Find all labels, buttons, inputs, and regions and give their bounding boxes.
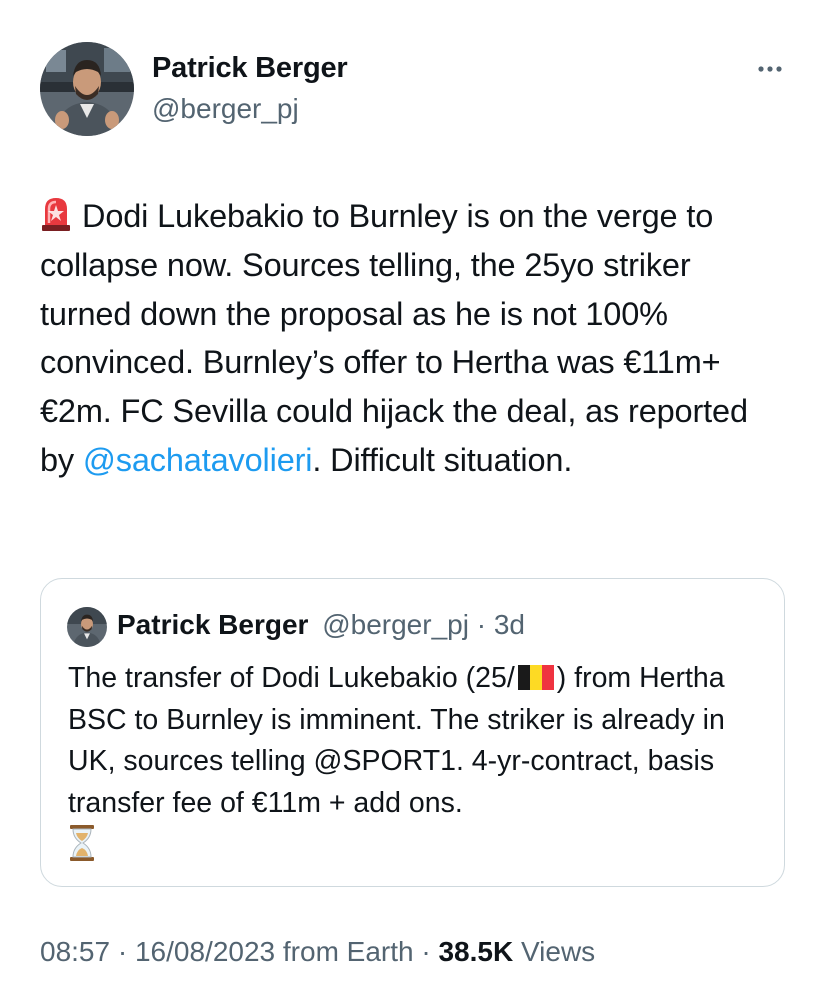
author-name[interactable]: Patrick Berger [152, 52, 348, 85]
tweet: Patrick Berger @berger_pj Dodi Lukebakio… [0, 0, 825, 989]
views-count[interactable]: 38.5K [438, 936, 513, 967]
views-label[interactable]: Views [521, 936, 595, 967]
author-avatar[interactable] [40, 42, 134, 136]
avatar-image [40, 42, 134, 136]
tweet-text-part-1: Dodi Lukebakio to Burnley is on the verg… [40, 198, 748, 478]
quoted-avatar-image [67, 607, 107, 647]
hourglass-icon [68, 824, 96, 862]
quoted-tweet-header: Patrick Berger @berger_pj · 3d [117, 609, 525, 641]
mention-link-sachatavolieri[interactable]: @sachatavolieri [83, 442, 313, 478]
quoted-author-name[interactable]: Patrick Berger [117, 609, 308, 640]
tweet-source: from Earth [282, 936, 414, 967]
quoted-timestamp[interactable]: 3d [494, 609, 525, 640]
tweet-text: Dodi Lukebakio to Burnley is on the verg… [40, 192, 785, 485]
belgium-flag-icon [517, 662, 555, 690]
siren-icon [40, 195, 72, 231]
tweet-date[interactable]: 16/08/2023 [135, 936, 275, 967]
quoted-tweet-card[interactable]: Patrick Berger @berger_pj · 3d The trans… [40, 578, 785, 887]
quoted-separator: · [476, 609, 487, 640]
more-options-button[interactable] [752, 57, 788, 81]
footer-separator-2: · [421, 936, 431, 967]
more-dots-icon [758, 66, 782, 72]
quoted-author-handle[interactable]: @berger_pj [322, 609, 469, 640]
tweet-time[interactable]: 08:57 [40, 936, 110, 967]
author-handle[interactable]: @berger_pj [152, 93, 299, 125]
tweet-text-part-2: . Difficult situation. [312, 441, 573, 478]
tweet-footer: 08:57 · 16/08/2023 from Earth · 38.5K Vi… [40, 936, 595, 968]
quoted-author-avatar[interactable] [67, 607, 107, 647]
quoted-text-part-1: The transfer of Dodi Lukebakio (25/ [68, 662, 515, 694]
quoted-tweet-text: The transfer of Dodi Lukebakio (25/) fro… [68, 658, 768, 867]
footer-separator-1: · [117, 936, 128, 967]
